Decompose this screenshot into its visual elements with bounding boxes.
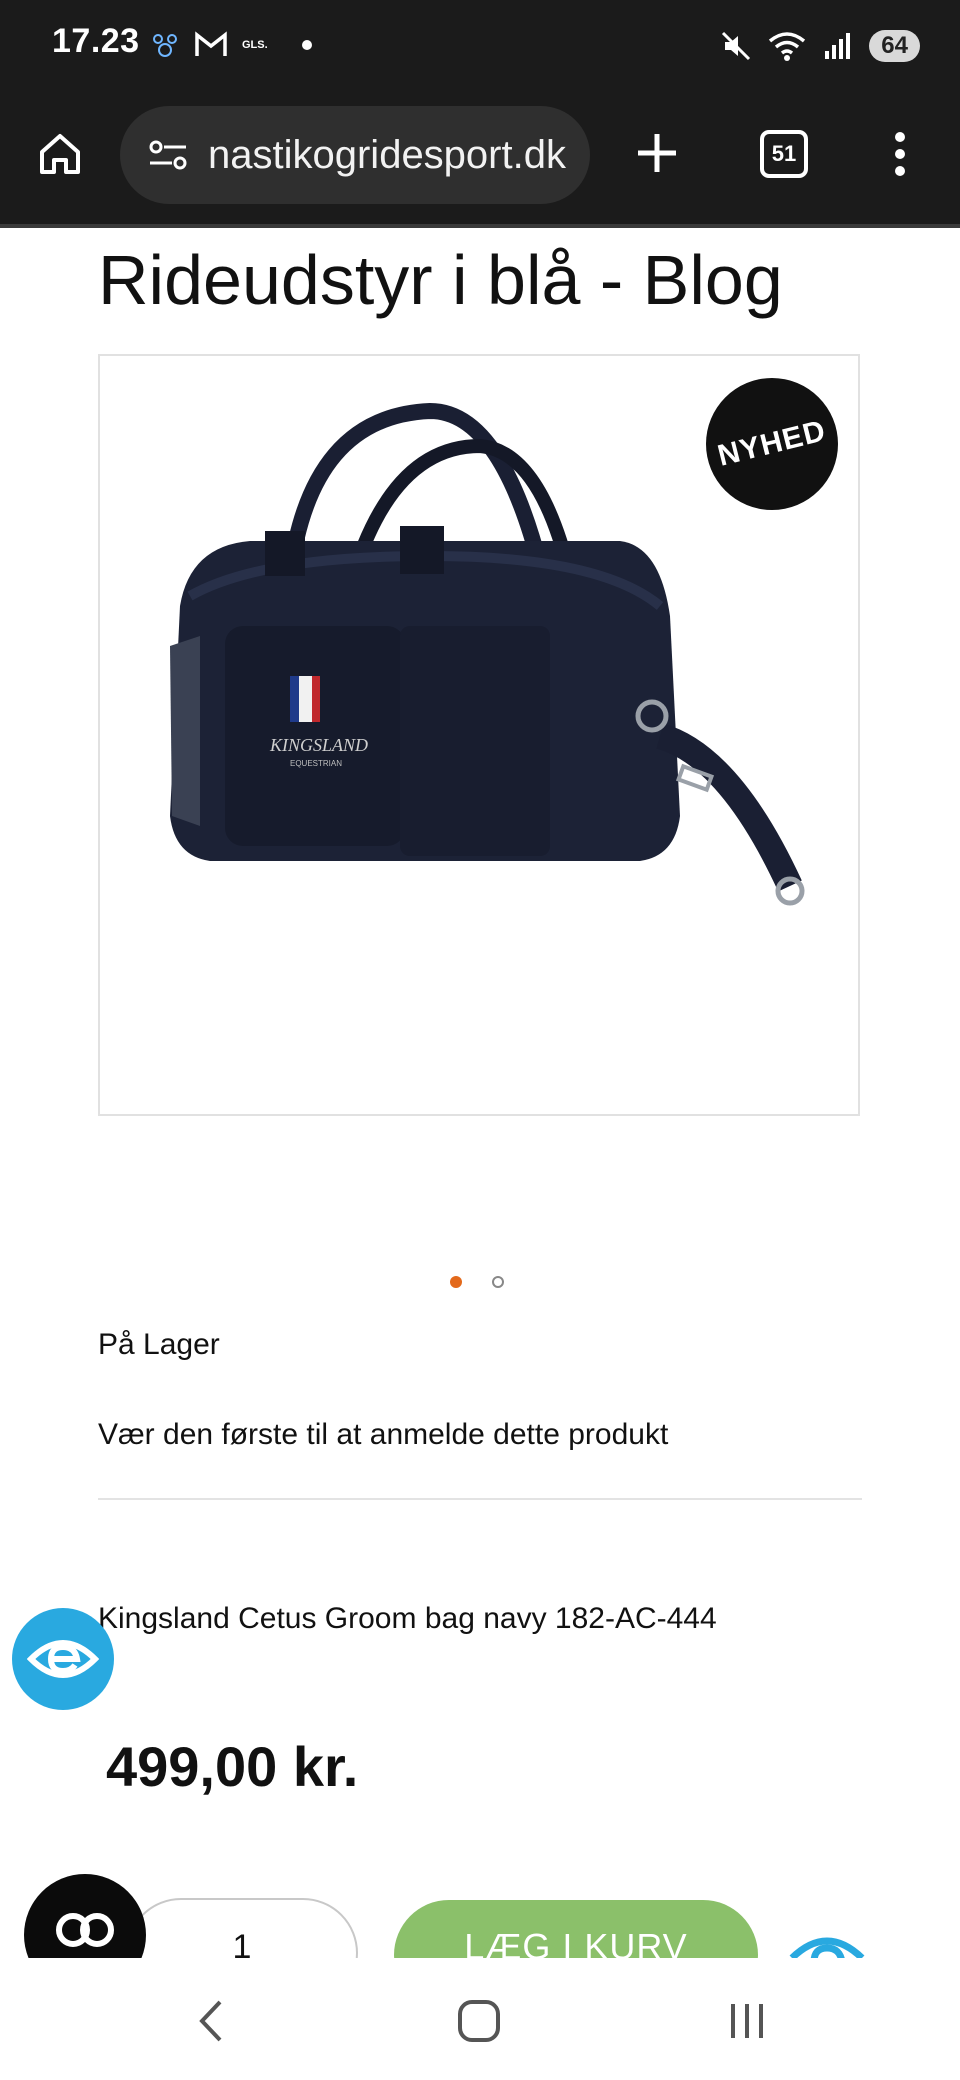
wifi-icon xyxy=(769,32,806,61)
page-title: Rideudstyr i blå - Blog xyxy=(98,241,783,319)
browser-menu-button[interactable] xyxy=(870,122,930,186)
bag-logo-text: KINGSLAND xyxy=(269,735,368,755)
recents-button[interactable] xyxy=(712,1986,782,2056)
accessibility-button[interactable] xyxy=(12,1608,114,1710)
site-settings-icon xyxy=(149,140,187,170)
system-icons: 64 xyxy=(721,24,920,68)
gmail-icon xyxy=(195,31,227,56)
home-nav-button[interactable] xyxy=(444,1986,514,2056)
tabs-icon: 51 xyxy=(760,130,808,178)
home-nav-icon xyxy=(458,2000,500,2042)
chat-icon xyxy=(56,1913,114,1947)
product-price: 499,00 kr. xyxy=(106,1735,359,1798)
back-button[interactable] xyxy=(176,1986,246,2056)
gls-icon: GLS. xyxy=(242,39,268,51)
more-vert-icon xyxy=(895,132,905,176)
tab-switcher-button[interactable]: 51 xyxy=(752,122,816,186)
dot-icon xyxy=(301,40,312,50)
signal-icon xyxy=(825,33,851,59)
divider xyxy=(98,1498,862,1500)
review-link[interactable]: Vær den første til at anmelde dette prod… xyxy=(98,1418,668,1452)
new-badge: NYHED xyxy=(706,378,838,510)
status-bar: 17.23 GLS. 64 xyxy=(0,0,960,92)
system-navigation-bar xyxy=(0,1958,960,2080)
recents-icon xyxy=(731,2004,763,2038)
url-text: nastikogridesport.dk xyxy=(208,132,566,177)
new-badge-text: NYHED xyxy=(714,414,830,473)
bag-logo-subtext: EQUESTRIAN xyxy=(290,759,342,768)
address-bar[interactable]: nastikogridesport.dk xyxy=(120,106,590,204)
back-icon xyxy=(199,2000,222,2042)
carousel-dot-1[interactable] xyxy=(450,1276,462,1288)
new-tab-button[interactable] xyxy=(622,118,692,188)
notification-icons: GLS. xyxy=(150,30,312,60)
eye-icon xyxy=(27,1640,99,1678)
paw-icon xyxy=(153,34,177,57)
stock-status: På Lager xyxy=(98,1328,220,1361)
browser-toolbar: nastikogridesport.dk 51 xyxy=(0,92,960,228)
home-icon xyxy=(40,134,80,174)
mute-icon xyxy=(722,31,751,61)
site-settings-button[interactable] xyxy=(138,135,198,175)
product-name: Kingsland Cetus Groom bag navy 182-AC-44… xyxy=(98,1602,717,1635)
carousel-dot-2[interactable] xyxy=(492,1276,504,1288)
home-button[interactable] xyxy=(28,122,92,186)
carousel-dots xyxy=(450,1276,504,1288)
plus-icon xyxy=(638,134,676,172)
battery-indicator: 64 xyxy=(869,30,920,62)
status-time: 17.23 xyxy=(52,22,140,60)
